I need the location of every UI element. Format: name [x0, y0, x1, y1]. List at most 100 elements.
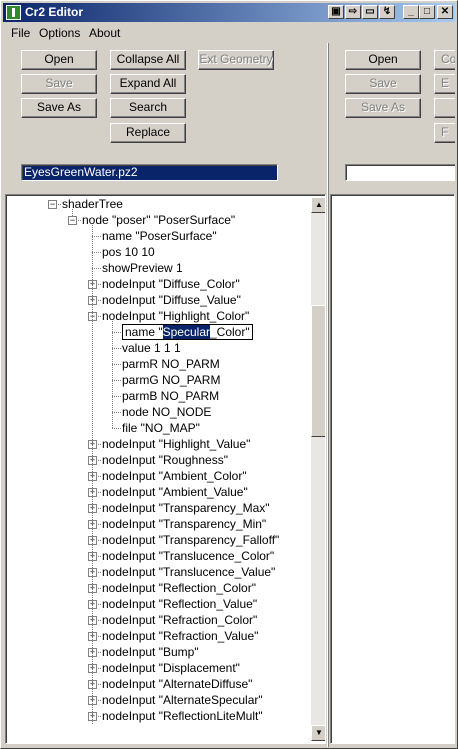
tree-item-label: nodeInput "Reflection_Color" — [102, 581, 256, 595]
tree-connector — [112, 412, 121, 413]
tree-item[interactable]: nodeInput "AlternateDiffuse" — [102, 676, 252, 692]
tree-item[interactable]: parmB NO_PARM — [122, 388, 219, 404]
right-expand-all-button[interactable]: E — [434, 74, 455, 94]
menu-about[interactable]: About — [89, 26, 120, 40]
tree-connector — [92, 268, 101, 269]
tree-item[interactable]: nodeInput "Ambient_Color" — [102, 468, 247, 484]
tree-item[interactable]: nodeInput "Refraction_Color" — [102, 612, 257, 628]
tree-item[interactable]: nodeInput "Translucence_Value" — [102, 564, 275, 580]
scroll-down-arrow-icon[interactable]: ▼ — [311, 725, 325, 741]
tree-item-label: nodeInput "AlternateSpecular" — [102, 693, 263, 707]
toolbar-extra-icon-2[interactable]: ⇨ — [345, 5, 361, 19]
tree-connector — [112, 321, 113, 428]
edit-text-prefix: name " — [125, 325, 163, 339]
tree-item[interactable]: nodeInput "Diffuse_Color" — [102, 276, 240, 292]
left-save-button[interactable]: Save — [21, 74, 97, 94]
tree-item[interactable]: nodeInput "Translucence_Color" — [102, 548, 274, 564]
expand-all-button[interactable]: Expand All — [110, 74, 186, 94]
minimize-icon[interactable]: _ — [403, 5, 419, 19]
tree-item[interactable]: pos 10 10 — [102, 244, 155, 260]
tree-item-label: pos 10 10 — [102, 245, 155, 259]
menu-file[interactable]: File — [11, 26, 30, 40]
cr2-editor-window: Cr2 Editor ▣ ⇨ ▭ ↯ _ □ ✕ File Options Ab… — [0, 0, 458, 749]
scroll-up-arrow-icon[interactable]: ▲ — [311, 197, 325, 213]
replace-button[interactable]: Replace — [110, 123, 186, 143]
search-button[interactable]: Search — [110, 98, 186, 118]
tree-item[interactable]: nodeInput "Diffuse_Value" — [102, 292, 241, 308]
collapse-icon[interactable]: − — [68, 216, 77, 225]
right-control-panel: Open Save Save As Co E F — [330, 43, 455, 193]
tree-item-label: parmR NO_PARM — [122, 357, 220, 371]
tree-item[interactable]: node NO_NODE — [122, 404, 211, 420]
tree-item-label: node "poser" "PoserSurface" — [82, 213, 236, 227]
ext-geometry-button[interactable]: Ext Geometry — [198, 50, 274, 70]
tree-item-label: nodeInput "Bump" — [102, 645, 199, 659]
tree-item[interactable]: nodeInput "Reflection_Color" — [102, 580, 256, 596]
tree-item-label: nodeInput "Transparency_Min" — [102, 517, 267, 531]
tree-item-label: nodeInput "Ambient_Value" — [102, 485, 248, 499]
tree-item[interactable]: nodeInput "Refraction_Value" — [102, 628, 258, 644]
tree-item[interactable]: parmG NO_PARM — [122, 372, 220, 388]
tree-item-label: nodeInput "Refraction_Value" — [102, 629, 259, 643]
tree-item[interactable]: nodeInput "Displacement" — [102, 660, 240, 676]
tree-item[interactable]: nodeInput "Roughness" — [102, 452, 228, 468]
panel-splitter[interactable] — [327, 43, 329, 747]
edit-text-selection: Specular — [162, 325, 210, 339]
left-open-button[interactable]: Open — [21, 50, 97, 70]
tree-item[interactable]: nodeInput "Transparency_Falloff" — [102, 532, 279, 548]
tree-item[interactable]: value 1 1 1 — [122, 340, 181, 356]
left-filename-field[interactable]: EyesGreenWater.pz2 — [21, 164, 278, 181]
title-bar[interactable]: Cr2 Editor ▣ ⇨ ▭ ↯ _ □ ✕ — [3, 3, 455, 22]
right-save-button[interactable]: Save — [345, 74, 421, 94]
tree-item-label: nodeInput "Reflection_Value" — [102, 597, 258, 611]
left-tree-view[interactable]: − shaderTree − node "poser" "PoserSurface" n… — [5, 194, 326, 744]
tree-item[interactable]: nodeInput "Highlight_Color" — [102, 308, 249, 324]
right-replace-button[interactable]: F — [434, 123, 455, 143]
tree-item[interactable]: parmR NO_PARM — [122, 356, 220, 372]
tree-item-label: name "PoserSurface" — [102, 229, 217, 243]
tree-item-label: nodeInput "Diffuse_Value" — [102, 293, 241, 307]
toolbar-extra-icon-1[interactable]: ▣ — [328, 5, 344, 19]
right-filename-field[interactable] — [345, 164, 455, 181]
left-control-panel: Open Save Save As Collapse All Expand Al… — [5, 43, 325, 193]
collapse-icon[interactable]: − — [48, 200, 57, 209]
tree-item[interactable]: nodeInput "ReflectionLiteMult" — [102, 708, 263, 724]
tree-item[interactable]: name "Specular_Color" — [122, 324, 253, 340]
right-tree-view[interactable] — [330, 194, 455, 744]
tree-item-label: node NO_NODE — [122, 405, 212, 419]
right-open-button[interactable]: Open — [345, 50, 421, 70]
tree-item-label: nodeInput "Transparency_Max" — [102, 501, 270, 515]
tree-item[interactable]: nodeInput "Highlight_Value" — [102, 436, 250, 452]
toolbar-extra-icon-3[interactable]: ▭ — [362, 5, 378, 19]
maximize-icon[interactable]: □ — [419, 5, 435, 19]
tree-item[interactable]: nodeInput "Transparency_Max" — [102, 500, 270, 516]
toolbar-extra-icon-4[interactable]: ↯ — [379, 5, 395, 19]
left-save-as-button[interactable]: Save As — [21, 98, 97, 118]
tree-item[interactable]: node "poser" "PoserSurface" — [82, 212, 235, 228]
tree-item[interactable]: file "NO_MAP" — [122, 420, 200, 436]
tree-item[interactable]: name "PoserSurface" — [102, 228, 217, 244]
tree-item[interactable]: nodeInput "Ambient_Value" — [102, 484, 248, 500]
tree-item[interactable]: nodeInput "AlternateSpecular" — [102, 692, 263, 708]
scrollbar-thumb[interactable] — [311, 305, 325, 437]
tree-item[interactable]: nodeInput "Reflection_Value" — [102, 596, 257, 612]
window-title: Cr2 Editor — [25, 5, 84, 19]
tree-item[interactable]: showPreview 1 — [102, 260, 183, 276]
tree-connector — [92, 252, 101, 253]
tree-item-edit-field[interactable]: name "Specular_Color" — [122, 324, 253, 340]
tree-item-label: parmG NO_PARM — [122, 373, 221, 387]
collapse-all-button[interactable]: Collapse All — [110, 50, 186, 70]
tree-item[interactable]: nodeInput "Bump" — [102, 644, 199, 660]
tree-vertical-scrollbar[interactable]: ▲ ▼ — [311, 197, 325, 741]
right-search-button[interactable] — [434, 98, 455, 118]
tree-item-label: nodeInput "AlternateDiffuse" — [102, 677, 253, 691]
right-save-as-button[interactable]: Save As — [345, 98, 421, 118]
menu-options[interactable]: Options — [39, 26, 80, 40]
tree-item-label: file "NO_MAP" — [122, 421, 200, 435]
right-collapse-all-button[interactable]: Co — [434, 50, 455, 70]
tree-item-label: nodeInput "Diffuse_Color" — [102, 277, 240, 291]
tree-item[interactable]: nodeInput "Transparency_Min" — [102, 516, 266, 532]
tree-item-label: nodeInput "Refraction_Color" — [102, 613, 258, 627]
close-icon[interactable]: ✕ — [437, 5, 453, 19]
tree-connector — [72, 209, 73, 216]
